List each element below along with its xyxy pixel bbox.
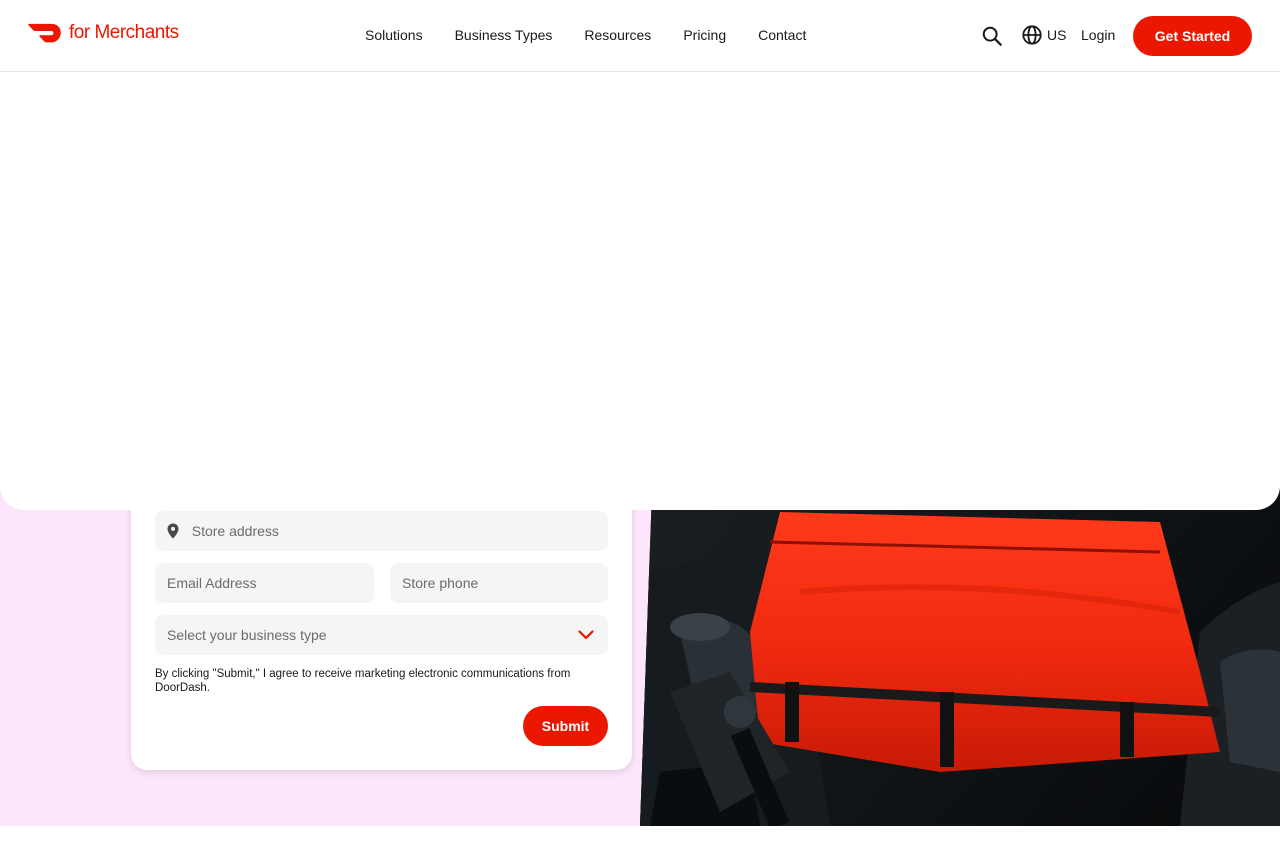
business-type-select[interactable]: Select your business type xyxy=(155,615,608,655)
submit-button[interactable]: Submit xyxy=(523,706,608,746)
business-type-placeholder: Select your business type xyxy=(167,627,327,643)
locale-selector[interactable]: US xyxy=(1021,24,1066,46)
locale-label: US xyxy=(1047,27,1067,43)
email-input[interactable] xyxy=(167,563,374,603)
store-address-field[interactable] xyxy=(155,511,608,551)
site-header: for Merchants Solutions Business Types R… xyxy=(0,0,1280,72)
nav-solutions[interactable]: Solutions xyxy=(365,27,423,43)
nav-business-types[interactable]: Business Types xyxy=(455,27,553,43)
store-phone-field[interactable] xyxy=(390,563,608,603)
logo-text: for Merchants xyxy=(69,22,179,43)
store-phone-input[interactable] xyxy=(402,563,608,603)
nav-pricing[interactable]: Pricing xyxy=(683,27,726,43)
nav-contact[interactable]: Contact xyxy=(758,27,806,43)
page-bottom-band xyxy=(0,826,1280,850)
store-address-input[interactable] xyxy=(191,511,608,551)
get-started-button[interactable]: Get Started xyxy=(1133,16,1252,56)
nav-resources[interactable]: Resources xyxy=(584,27,651,43)
location-pin-icon xyxy=(155,511,192,551)
consent-disclaimer: By clicking "Submit," I agree to receive… xyxy=(155,668,571,694)
doordash-logo[interactable]: for Merchants xyxy=(28,22,179,44)
search-icon[interactable] xyxy=(981,25,1003,47)
email-field[interactable] xyxy=(155,563,374,603)
chevron-down-icon xyxy=(578,630,594,640)
hero-top-panel xyxy=(0,72,1280,510)
globe-icon xyxy=(1022,25,1042,45)
main-nav: Solutions Business Types Resources Prici… xyxy=(365,27,838,43)
doordash-dash-icon xyxy=(28,23,61,43)
login-link[interactable]: Login xyxy=(1081,27,1115,43)
